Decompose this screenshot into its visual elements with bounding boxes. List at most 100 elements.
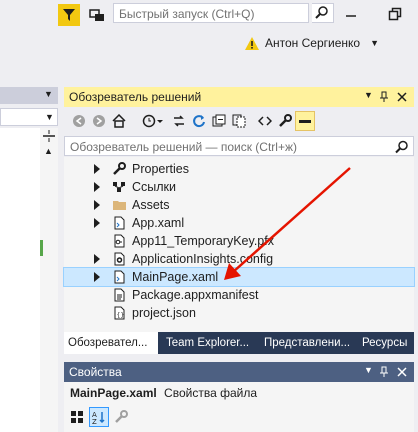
view-code-button[interactable] bbox=[256, 112, 274, 130]
window-menu-chevron-icon[interactable]: ▼ bbox=[364, 90, 373, 100]
tree-item[interactable]: App.xaml bbox=[64, 214, 414, 232]
tree-item[interactable]: ApplicationInsights.config bbox=[64, 250, 414, 268]
collapse-all-button[interactable] bbox=[210, 112, 228, 130]
editor-tab-strip: ▼ bbox=[0, 87, 58, 104]
search-icon[interactable] bbox=[395, 140, 409, 154]
tree-item[interactable]: Properties bbox=[64, 160, 414, 178]
properties-object-name: MainPage.xaml bbox=[70, 386, 157, 400]
back-icon bbox=[73, 115, 85, 127]
show-all-files-icon bbox=[232, 114, 246, 128]
solution-explorer-tab-strip: Обозревател... Team Explorer... Представ… bbox=[64, 332, 414, 354]
tree-item-label: Package.appxmanifest bbox=[132, 288, 259, 302]
tab-resources[interactable]: Ресурсы bbox=[358, 332, 414, 354]
tree-item-label: Properties bbox=[132, 162, 189, 176]
properties-header[interactable]: Свойства ▼ bbox=[64, 362, 414, 382]
xaml-file-icon bbox=[112, 216, 127, 230]
pin-icon[interactable] bbox=[379, 366, 389, 378]
refresh-button[interactable] bbox=[190, 112, 208, 130]
svg-text:{}: {} bbox=[117, 312, 125, 319]
categorized-icon bbox=[71, 411, 83, 423]
properties-title: Свойства bbox=[69, 365, 122, 379]
solution-tree: Properties Ссылки Assets App.xaml App11_Temp… bbox=[63, 157, 415, 332]
collapse-all-icon bbox=[212, 114, 226, 127]
tree-item-label: ApplicationInsights.config bbox=[132, 252, 274, 266]
forward-button[interactable] bbox=[90, 112, 108, 130]
clock-icon bbox=[142, 114, 163, 128]
pin-icon[interactable] bbox=[379, 91, 389, 103]
tree-item-label: App11_TemporaryKey.pfx bbox=[132, 234, 274, 248]
properties-object-type: Свойства файла bbox=[164, 386, 257, 400]
minimize-button[interactable] bbox=[330, 0, 372, 28]
close-icon[interactable] bbox=[397, 367, 407, 377]
properties-toolbar: AZ bbox=[68, 406, 130, 428]
expand-arrow-icon[interactable] bbox=[94, 164, 100, 174]
xaml-file-icon bbox=[112, 270, 127, 284]
sync-icon bbox=[174, 115, 184, 127]
properties-button[interactable] bbox=[276, 112, 294, 130]
quick-launch-placeholder: Быстрый запуск (Ctrl+Q) bbox=[119, 7, 255, 21]
close-icon[interactable] bbox=[397, 92, 407, 102]
expand-arrow-icon[interactable] bbox=[94, 254, 100, 264]
back-button[interactable] bbox=[70, 112, 88, 130]
split-view-icon bbox=[43, 130, 55, 142]
references-icon bbox=[112, 180, 127, 194]
expand-arrow-icon[interactable] bbox=[94, 200, 100, 210]
tab-menu-chevron-icon[interactable]: ▼ bbox=[44, 89, 53, 99]
tab-team-explorer[interactable]: Team Explorer... bbox=[162, 332, 256, 354]
chevron-down-icon[interactable]: ▼ bbox=[45, 112, 54, 122]
categorized-button[interactable] bbox=[68, 408, 86, 426]
tab-class-view[interactable]: Представлени... bbox=[260, 332, 356, 354]
restore-icon bbox=[388, 7, 402, 21]
wrench-icon bbox=[279, 114, 292, 127]
preview-selected-button[interactable] bbox=[295, 111, 315, 131]
tree-item-label: project.json bbox=[132, 306, 196, 320]
quick-launch-input[interactable]: Быстрый запуск (Ctrl+Q) bbox=[113, 3, 309, 23]
user-name: Антон Сергиенко bbox=[265, 36, 361, 50]
refresh-icon bbox=[193, 115, 205, 128]
editor-scrollbar[interactable]: ▲ bbox=[40, 128, 58, 432]
alphabetical-button[interactable]: AZ bbox=[89, 407, 109, 427]
tab-solution-explorer[interactable]: Обозревател... bbox=[64, 332, 158, 354]
sync-button[interactable] bbox=[170, 112, 188, 130]
tree-item-label: MainPage.xaml bbox=[132, 270, 219, 284]
warning-icon bbox=[245, 36, 259, 50]
restore-button[interactable] bbox=[374, 0, 416, 28]
tree-item[interactable]: MainPage.xaml bbox=[63, 267, 415, 287]
properties-panel: MainPage.xaml Свойства файла AZ bbox=[64, 382, 414, 432]
json-file-icon: {} bbox=[112, 306, 127, 320]
tree-item[interactable]: {} project.json bbox=[64, 304, 414, 322]
change-indicator bbox=[40, 240, 43, 256]
expand-arrow-icon[interactable] bbox=[94, 182, 100, 192]
tree-item[interactable]: Package.appxmanifest bbox=[64, 286, 414, 304]
user-account[interactable]: Антон Сергиенко ▼ bbox=[245, 34, 379, 52]
solution-explorer-header[interactable]: Обозреватель решений ▼ bbox=[64, 87, 414, 107]
tree-item[interactable]: Ссылки bbox=[64, 178, 414, 196]
tree-item-label: App.xaml bbox=[132, 216, 185, 230]
expand-arrow-icon[interactable] bbox=[94, 272, 100, 282]
properties-object-selector[interactable]: MainPage.xaml Свойства файла bbox=[70, 386, 257, 400]
folder-icon bbox=[112, 198, 127, 212]
svg-text:Z: Z bbox=[92, 418, 97, 424]
chevron-down-icon: ▼ bbox=[370, 38, 380, 48]
show-all-files-button[interactable] bbox=[230, 112, 248, 130]
window-menu-chevron-icon[interactable]: ▼ bbox=[364, 365, 373, 375]
home-icon bbox=[112, 114, 126, 128]
wrench-icon bbox=[112, 162, 127, 176]
property-pages-button[interactable] bbox=[112, 408, 130, 426]
preview-icon bbox=[299, 120, 311, 123]
forward-icon bbox=[93, 115, 105, 127]
tree-item[interactable]: Assets bbox=[64, 196, 414, 214]
home-button[interactable] bbox=[110, 112, 128, 130]
expand-arrow-icon[interactable] bbox=[94, 218, 100, 228]
solution-explorer-toolbar bbox=[64, 107, 414, 134]
feedback-icon[interactable] bbox=[88, 6, 106, 24]
scroll-up-icon[interactable]: ▲ bbox=[44, 146, 53, 156]
key-file-icon bbox=[112, 234, 127, 248]
solution-explorer-search-input[interactable]: Обозреватель решений — поиск (Ctrl+ж) bbox=[64, 136, 414, 156]
tree-item[interactable]: App11_TemporaryKey.pfx bbox=[64, 232, 414, 250]
notification-filter-button[interactable] bbox=[58, 4, 80, 26]
funnel-icon bbox=[63, 9, 75, 21]
editor-navigation-combo[interactable]: ▼ bbox=[0, 108, 58, 126]
pending-changes-filter-button[interactable] bbox=[140, 112, 166, 130]
sort-alphabetical-icon: AZ bbox=[92, 411, 105, 424]
